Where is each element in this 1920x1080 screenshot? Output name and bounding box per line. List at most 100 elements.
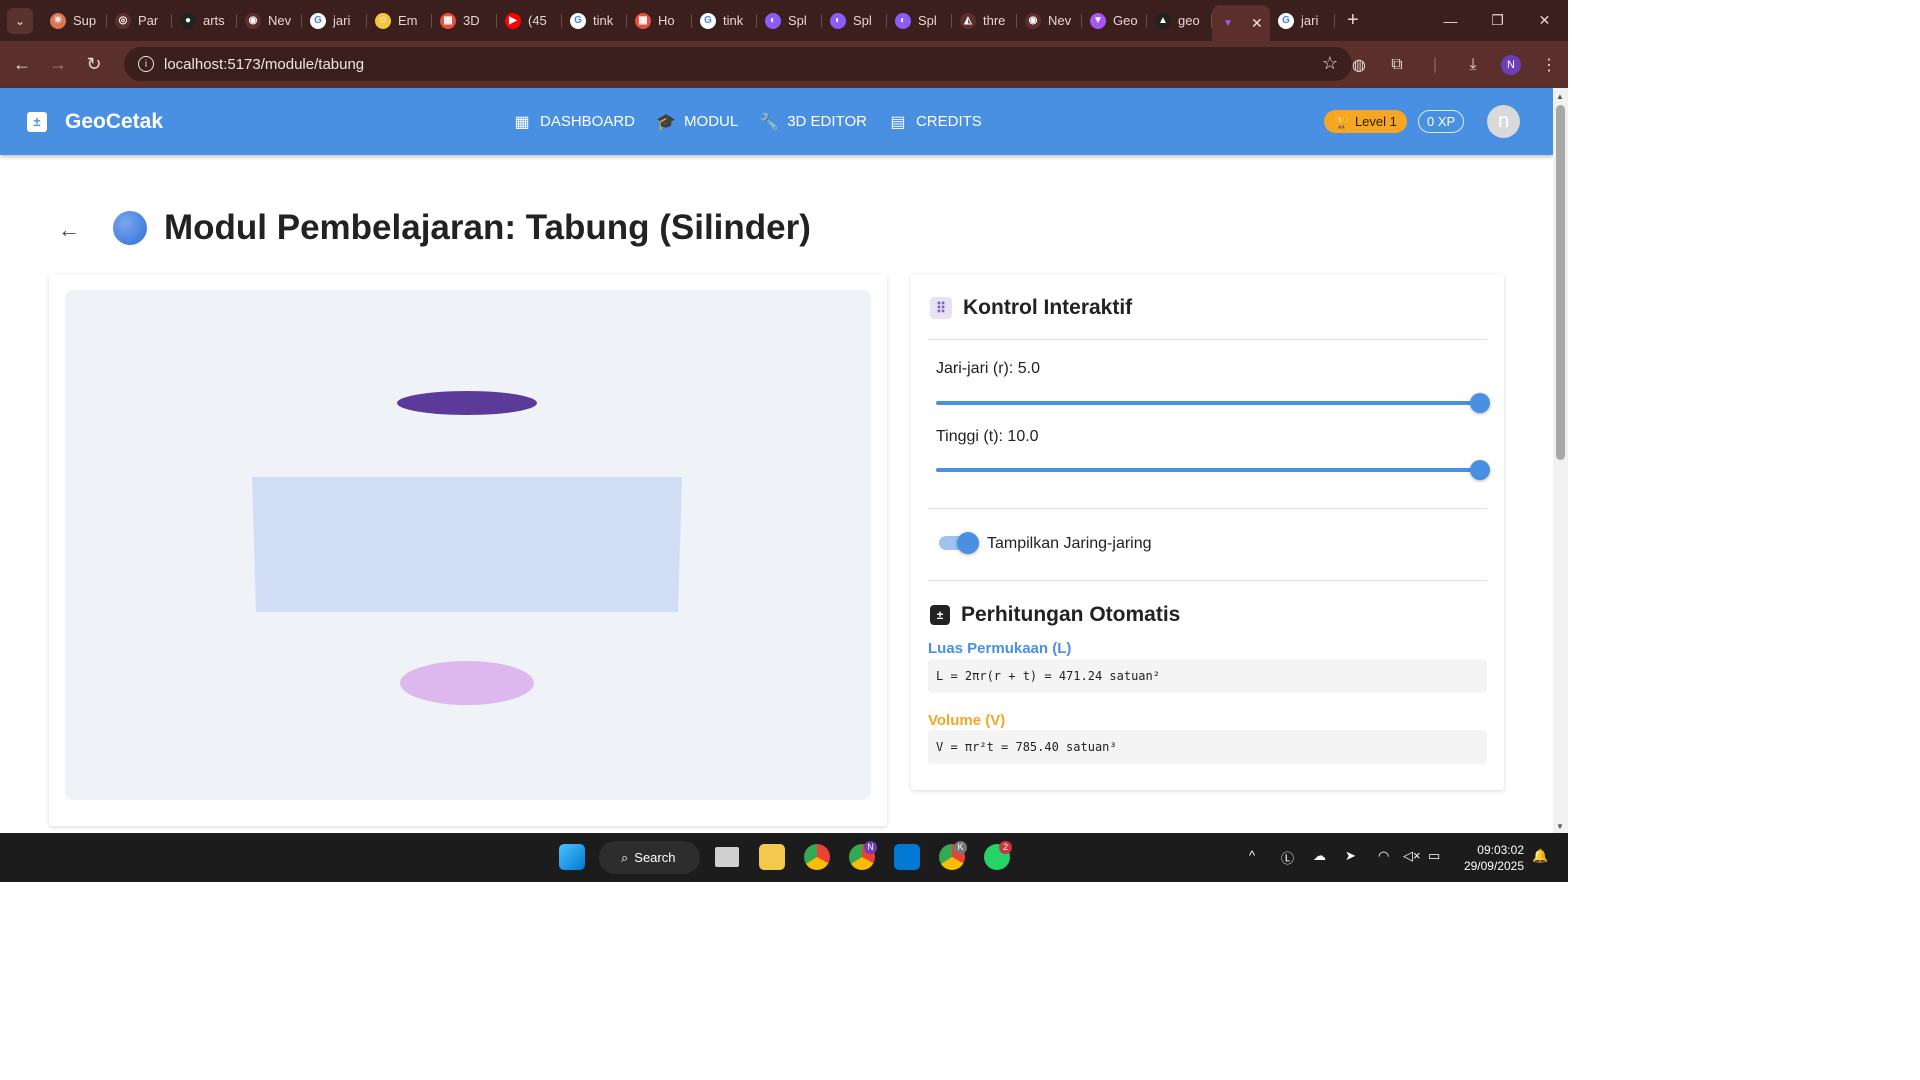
file-explorer-icon[interactable] [759, 844, 785, 870]
nav-item-3d-editor[interactable]: 🔧 3D EDITOR [759, 113, 867, 131]
tab-label: Sup [73, 13, 97, 28]
tab-item[interactable]: ● arts [172, 6, 237, 36]
task-view-icon[interactable] [715, 847, 739, 867]
battery-icon[interactable]: ▭ [1428, 848, 1440, 864]
close-tab-icon[interactable]: ✕ [1251, 15, 1263, 32]
bottom-circle-face [400, 661, 534, 705]
download-icon[interactable]: ⤓ [1454, 56, 1492, 74]
control-panel: ⠿ Kontrol Interaktif Jari-jari (r): 5.0 … [911, 274, 1504, 790]
scroll-up-icon[interactable]: ▲ [1556, 92, 1564, 101]
tab-label: (45 [528, 13, 547, 28]
nav-item-dashboard[interactable]: ▦ DASHBOARD [513, 113, 635, 131]
tab-item[interactable]: ▲ geo [1147, 6, 1212, 36]
tab-item[interactable]: ◐ Spl [822, 6, 887, 36]
nav-item-credits[interactable]: ▤ CREDITS [889, 113, 981, 131]
nav-label: DASHBOARD [540, 113, 636, 130]
wifi-icon[interactable]: ◠ [1378, 848, 1389, 864]
tab-item[interactable]: ◐ Spl [887, 6, 952, 36]
nav-label: 3D EDITOR [787, 113, 867, 130]
tray-chevron-icon[interactable]: ^ [1249, 848, 1255, 863]
height-slider-track[interactable] [936, 468, 1480, 472]
browser-toolbar: ← → ↻ i localhost:5173/module/tabung ☆ ◍… [0, 41, 1568, 88]
toolbar-actions: ◍ ⧉ | ⤓ N ⋮ [1340, 41, 1568, 88]
net-canvas[interactable] [65, 290, 871, 800]
tab-favicon-icon: ◐ [765, 12, 781, 29]
page-scrollbar[interactable]: ▲ ▼ [1553, 88, 1568, 833]
document-icon: ▤ [890, 113, 906, 131]
site-info-icon[interactable]: i [138, 56, 154, 72]
radius-slider-track[interactable] [936, 401, 1480, 405]
tab-item[interactable]: ◐ Spl [757, 6, 822, 36]
tab-item[interactable]: Gtink [692, 6, 757, 36]
tab-favicon-icon: ▦ [635, 12, 651, 29]
tab-item[interactable]: ▦ Ho [627, 6, 692, 36]
controls-heading: ⠿ Kontrol Interaktif [930, 296, 1132, 320]
taskbar-search[interactable]: ⌕ Search [599, 841, 700, 874]
reload-icon[interactable]: ↻ [76, 47, 112, 83]
divider [928, 508, 1487, 509]
back-arrow-icon[interactable]: ← [4, 47, 40, 83]
tab-label: Spl [788, 13, 807, 28]
tab-active[interactable]: ▼ ✕ [1212, 5, 1270, 41]
vite-icon: ▼ [1223, 17, 1233, 29]
lateral-rectangle-face [252, 477, 682, 612]
radius-slider-thumb[interactable] [1470, 393, 1490, 413]
calculator-logo-icon: ± [27, 111, 47, 132]
system-clock[interactable]: 09:03:02 29/09/2025 [1460, 842, 1524, 874]
tab-item[interactable]: ☺ Em [367, 6, 432, 36]
top-circle-face [397, 391, 537, 415]
tab-item[interactable]: Gtink [562, 6, 627, 36]
page-title: Modul Pembelajaran: Tabung (Silinder) [164, 208, 811, 247]
tab-favicon-icon: ☺ [375, 12, 391, 29]
profile-avatar[interactable]: N [1501, 54, 1521, 75]
tab-item[interactable]: ◎ Par [107, 6, 172, 36]
toggle-knob[interactable] [957, 532, 979, 554]
scrollbar-thumb[interactable] [1556, 105, 1565, 460]
tab-item[interactable]: Gjari [302, 6, 367, 36]
vscode-icon[interactable] [894, 844, 920, 870]
app-name[interactable]: GeoCetak [65, 110, 163, 134]
scroll-down-icon[interactable]: ▼ [1556, 822, 1564, 831]
tab-item[interactable]: ▦ 3D [432, 6, 497, 36]
onedrive-icon[interactable]: ☁ [1313, 848, 1326, 864]
tab-item[interactable]: ◉ Nev [237, 6, 302, 36]
volume-formula: V = πr²t = 785.40 satuan³ [928, 730, 1487, 764]
new-tab-button[interactable]: + [1347, 9, 1359, 32]
tab-favicon-icon: ● [180, 12, 196, 29]
back-arrow-button[interactable]: ← [58, 217, 80, 243]
tab-item[interactable]: ▶ (45 [497, 6, 562, 36]
restore-icon[interactable]: ❐ [1474, 12, 1521, 29]
extension-globe-icon[interactable]: ◍ [1340, 55, 1378, 75]
tab-label: geo [1178, 13, 1200, 28]
tab-item[interactable]: ◭ thre [952, 6, 1017, 36]
height-slider-thumb[interactable] [1470, 460, 1490, 480]
bookmark-star-icon[interactable]: ☆ [1322, 53, 1338, 74]
tab-label: jari [333, 13, 351, 28]
nav-item-modul[interactable]: 🎓 MODUL [656, 113, 738, 131]
extensions-puzzle-icon[interactable]: ⧉ [1378, 56, 1416, 74]
tab-item[interactable]: ✳ Sup [42, 6, 107, 36]
tab-list: ✳ Sup ◎ Par ● arts ◉ Nev Gjari ☺ Em ▦ 3D ▶ (45 Gtink ▦ Ho… [42, 0, 1212, 41]
tray-app-icon[interactable]: Ⓛ [1281, 848, 1294, 867]
forward-arrow-icon[interactable]: → [40, 47, 76, 83]
tab-item[interactable]: ◉ Nev [1017, 6, 1082, 36]
volume-muted-icon[interactable]: ◁× [1403, 848, 1421, 864]
radius-label: Jari-jari (r): 5.0 [936, 360, 1041, 377]
tab-favicon-icon: ✳ [50, 12, 66, 29]
close-window-icon[interactable]: ✕ [1521, 12, 1568, 29]
address-bar[interactable]: i localhost:5173/module/tabung ☆ [124, 47, 1352, 81]
tab-item[interactable]: G jari [1270, 6, 1335, 36]
windows-start-icon[interactable] [559, 844, 585, 870]
chrome-menu-icon[interactable]: ⋮ [1530, 55, 1568, 75]
user-avatar[interactable]: n [1487, 105, 1520, 138]
tab-search-button[interactable]: ⌄ [7, 7, 33, 34]
cylinder-net-viewer[interactable] [65, 290, 871, 800]
tab-item[interactable]: ▼ Geo [1082, 6, 1147, 36]
location-icon[interactable]: ➤ [1345, 848, 1356, 864]
minimize-icon[interactable]: — [1427, 13, 1474, 29]
notification-bell-icon[interactable]: 🔔 [1532, 848, 1548, 864]
net-toggle-switch[interactable] [939, 532, 979, 554]
tab-label: Ho [658, 13, 675, 28]
chrome-icon[interactable] [804, 844, 830, 870]
url-text: localhost:5173/module/tabung [164, 55, 365, 73]
